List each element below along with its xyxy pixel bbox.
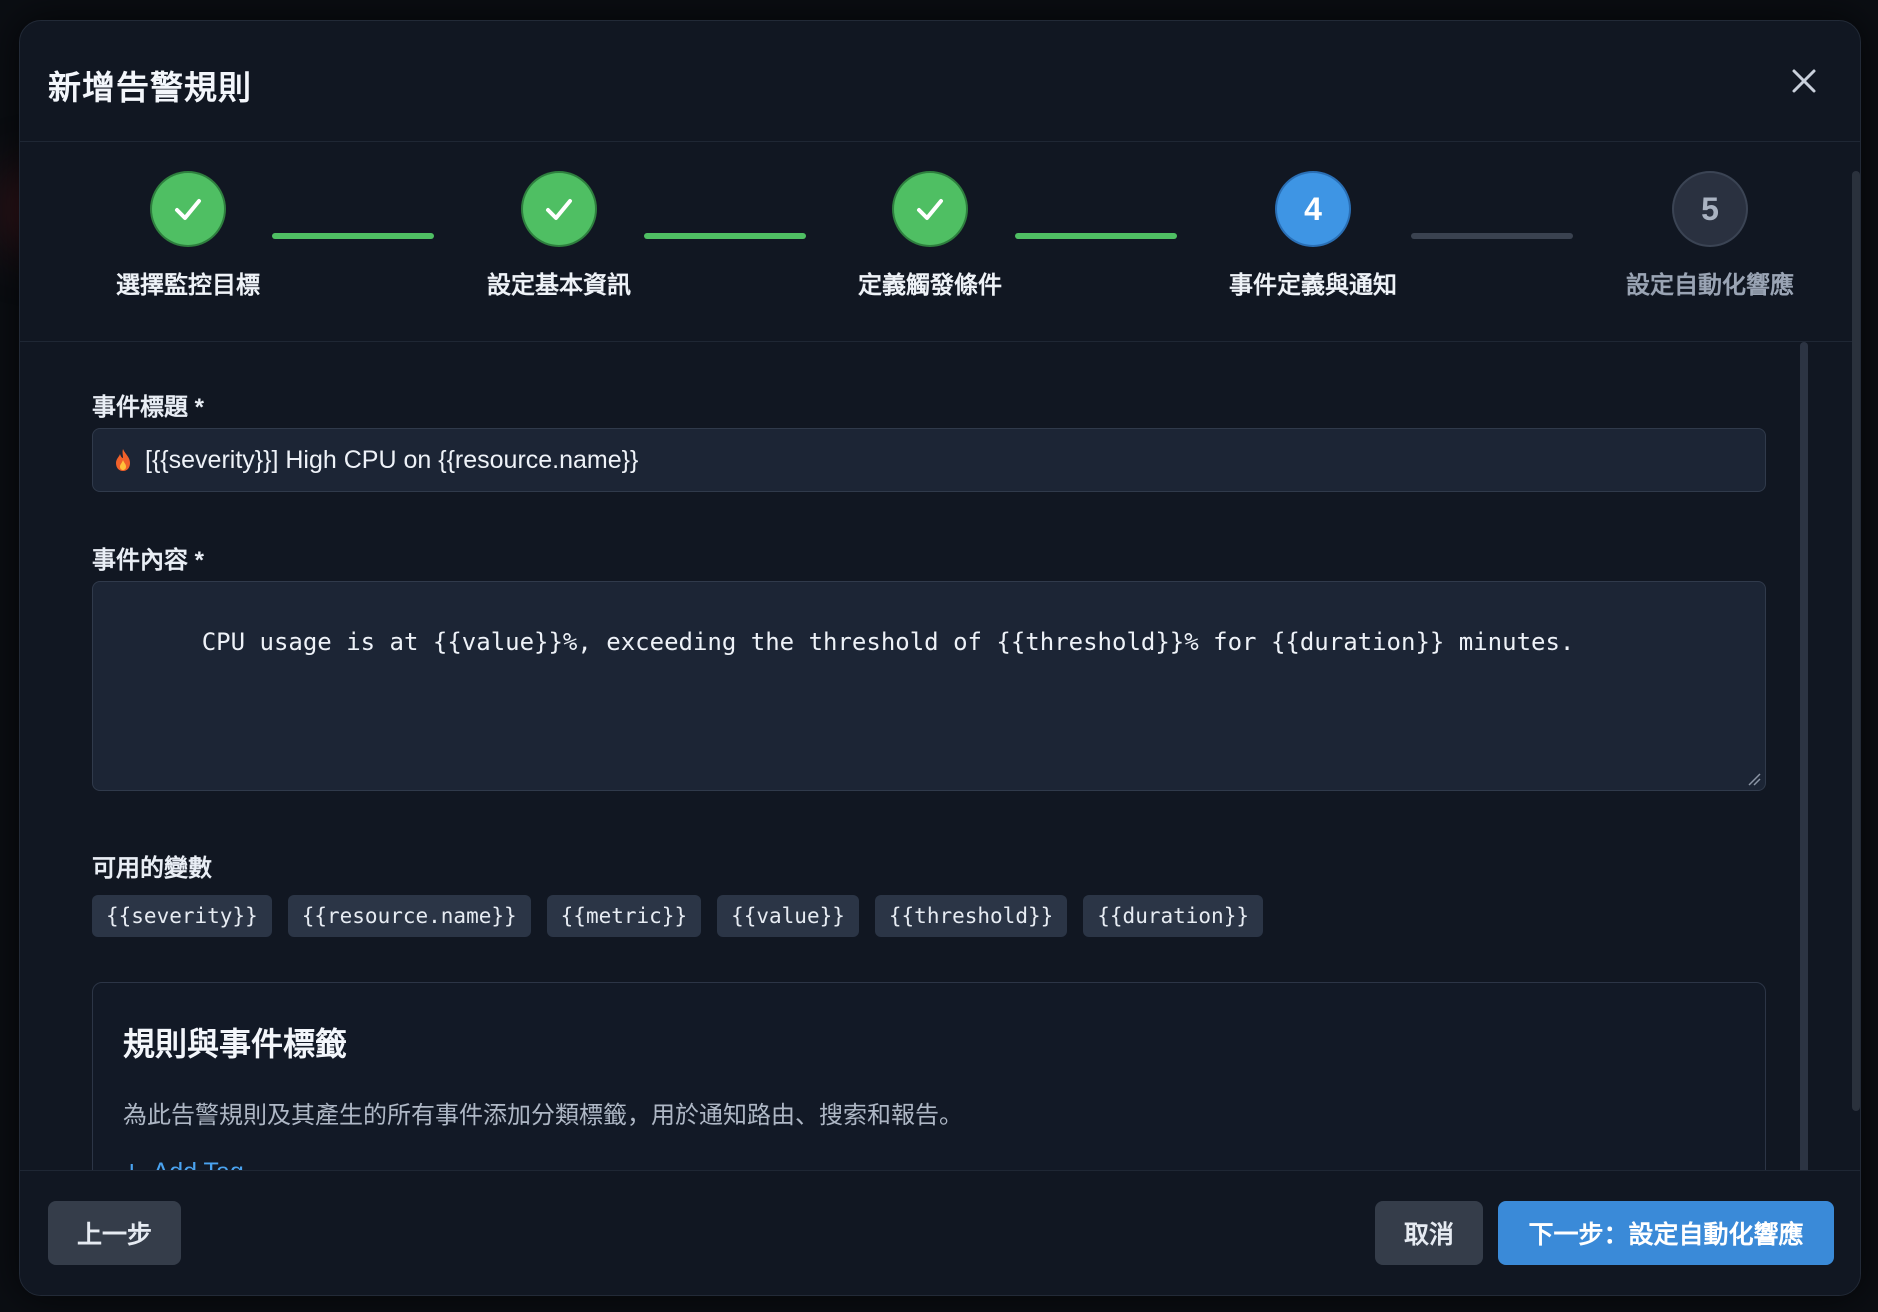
variable-chip[interactable]: {{duration}} (1083, 895, 1263, 937)
step-label: 定義觸發條件 (858, 272, 1002, 299)
event-content-value: CPU usage is at {{value}}%, exceeding th… (201, 628, 1575, 656)
check-icon (917, 199, 943, 220)
tags-card-title: 規則與事件標籤 (123, 1026, 348, 1062)
step-2-complete-circle (523, 173, 595, 245)
variable-chip[interactable]: {{value}} (717, 895, 859, 937)
close-button[interactable] (1786, 63, 1822, 99)
modal-header: 新增告警規則 (20, 21, 1860, 142)
back-button[interactable]: 上一步 (48, 1201, 181, 1265)
add-alert-rule-modal: 新增告警規則 選擇監控目標 設定基本資訊 定義觸發條件 4 事件定義與通知 5 … (19, 20, 1861, 1296)
step-1-complete-circle (152, 173, 224, 245)
step-trigger-conditions: 定義觸發條件 (810, 173, 1050, 300)
step-automation-response: 5 設定自動化響應 (1590, 173, 1830, 300)
event-title-value: [{{severity}}] High CPU on {{resource.na… (145, 445, 639, 474)
variable-chip[interactable]: {{resource.name}} (287, 895, 531, 937)
step-label: 設定基本資訊 (487, 272, 631, 299)
tags-card-description: 為此告警規則及其產生的所有事件添加分類標籤，用於通知路由、搜索和報告。 (123, 1102, 963, 1129)
check-icon (546, 199, 572, 220)
modal-title: 新增告警規則 (48, 69, 252, 106)
close-icon (1792, 69, 1816, 93)
step-label: 設定自動化響應 (1626, 272, 1794, 299)
wizard-stepper: 選擇監控目標 設定基本資訊 定義觸發條件 4 事件定義與通知 5 設定自動化響應 (20, 141, 1860, 342)
step-connector (1411, 233, 1573, 239)
step-connector (644, 233, 806, 239)
modal-scrollbar[interactable] (1852, 171, 1860, 1111)
event-title-input[interactable]: [{{severity}}] High CPU on {{resource.na… (92, 428, 1766, 492)
variable-chip[interactable]: {{metric}} (546, 895, 702, 937)
variable-chip[interactable]: {{threshold}} (874, 895, 1068, 937)
step-label: 選擇監控目標 (116, 272, 260, 299)
resize-grip-icon[interactable] (1747, 772, 1761, 786)
available-variables-label: 可用的變數 (92, 855, 212, 882)
event-title-label: 事件標題 * (92, 394, 205, 421)
step-5-pending-circle: 5 (1674, 173, 1746, 245)
step-event-notification: 4 事件定義與通知 (1193, 173, 1433, 300)
event-content-textarea[interactable]: CPU usage is at {{value}}%, exceeding th… (92, 581, 1766, 791)
step-3-complete-circle (894, 173, 966, 245)
step-label: 事件定義與通知 (1229, 272, 1397, 299)
fire-icon (116, 449, 130, 471)
step-connector (1015, 233, 1177, 239)
modal-body: 事件標題 * [{{severity}}] High CPU on {{reso… (20, 342, 1860, 1192)
variable-chip[interactable]: {{severity}} (92, 895, 272, 937)
step-4-active-circle: 4 (1277, 173, 1349, 245)
variable-chip-list: {{severity}} {{resource.name}} {{metric}… (92, 895, 1263, 937)
check-icon (175, 199, 201, 220)
cancel-button[interactable]: 取消 (1375, 1201, 1483, 1265)
event-content-label: 事件內容 * (92, 547, 205, 574)
body-scrollbar[interactable] (1800, 342, 1808, 1192)
step-connector (272, 233, 434, 239)
step-basic-info: 設定基本資訊 (439, 173, 679, 300)
modal-footer: 上一步 取消 下一步：設定自動化響應 (20, 1170, 1860, 1295)
rule-tags-card: 規則與事件標籤 為此告警規則及其產生的所有事件添加分類標籤，用於通知路由、搜索和… (92, 982, 1766, 1192)
next-step-button[interactable]: 下一步：設定自動化響應 (1498, 1201, 1834, 1265)
